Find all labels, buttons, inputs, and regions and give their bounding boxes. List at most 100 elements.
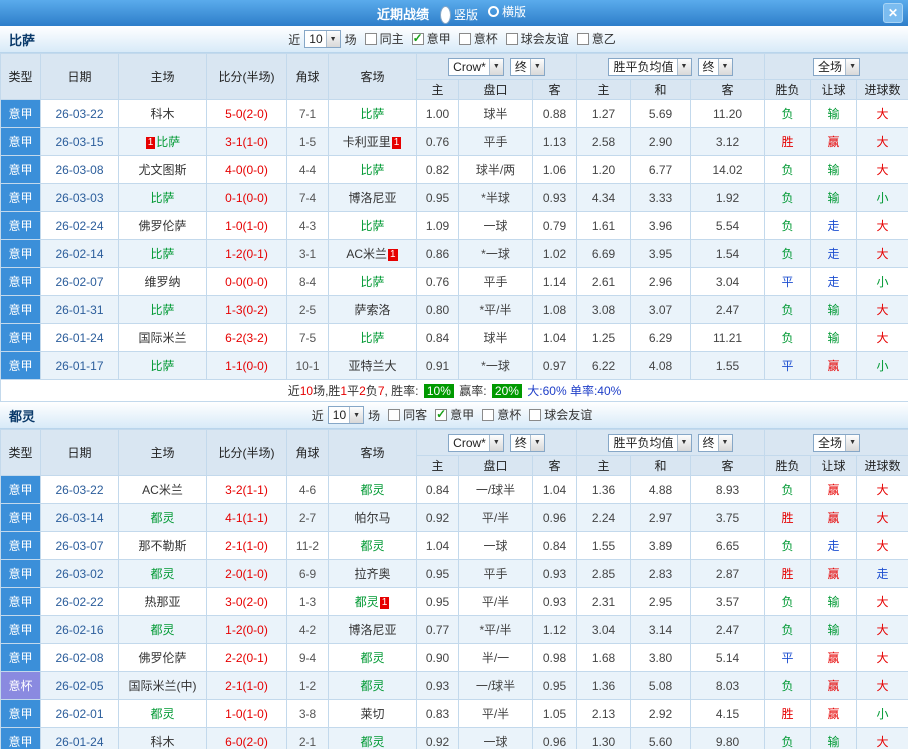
radio-selected-icon[interactable] bbox=[439, 5, 451, 24]
avg-odds-home: 1.36 bbox=[576, 475, 631, 504]
match-date[interactable]: 26-02-01 bbox=[40, 699, 119, 728]
match-date[interactable]: 26-02-07 bbox=[40, 267, 119, 296]
team-name-text: 博洛尼亚 bbox=[348, 191, 397, 205]
away-team: 都灵 bbox=[328, 643, 417, 672]
fulltime-select[interactable]: 全场 ▼ bbox=[813, 57, 861, 76]
match-date[interactable]: 26-01-24 bbox=[40, 323, 119, 352]
col-header-corner: 角球 bbox=[286, 429, 329, 476]
match-date[interactable]: 26-03-02 bbox=[40, 559, 119, 588]
asian-odds-home: 0.82 bbox=[416, 155, 459, 184]
match-date[interactable]: 26-01-17 bbox=[40, 351, 119, 380]
filter-checkbox[interactable]: 意杯 bbox=[458, 30, 498, 47]
team-name-text: 佛罗伦萨 bbox=[138, 219, 187, 233]
radio-icon[interactable] bbox=[488, 5, 499, 17]
team-name-text: 科木 bbox=[150, 107, 175, 121]
checkbox-checked-icon[interactable] bbox=[411, 31, 424, 45]
corner-count: 4-2 bbox=[286, 615, 329, 644]
checkbox-icon[interactable] bbox=[576, 32, 589, 45]
handicap-result: 走 bbox=[810, 211, 858, 240]
filter-checkbox[interactable]: 意甲 bbox=[411, 30, 451, 47]
goals-result: 大 bbox=[856, 587, 908, 616]
checkbox-checked-icon[interactable] bbox=[435, 407, 448, 421]
layout-radio-option[interactable]: 竖版 bbox=[439, 5, 478, 24]
match-row: 意甲 26-03-08 尤文图斯 4-0(0-0) 4-4 比萨 0.82 球半/两 1.06 1… bbox=[0, 155, 908, 184]
checkbox-icon[interactable] bbox=[505, 32, 518, 45]
summary-part: 20% bbox=[491, 384, 522, 398]
subcol-odds-away: 客 bbox=[532, 79, 577, 100]
league-badge: 意甲 bbox=[0, 727, 41, 749]
match-date[interactable]: 26-03-07 bbox=[40, 531, 119, 560]
chevron-down-icon: ▼ bbox=[325, 31, 340, 47]
match-date[interactable]: 26-03-22 bbox=[40, 475, 119, 504]
team-name-text: 比萨 bbox=[360, 331, 385, 345]
match-date[interactable]: 26-03-14 bbox=[40, 503, 119, 532]
match-date[interactable]: 26-03-15 bbox=[40, 127, 119, 156]
recent-count-select[interactable]: 10 ▼ bbox=[327, 406, 365, 424]
match-date[interactable]: 26-03-08 bbox=[40, 155, 119, 184]
match-date[interactable]: 26-02-08 bbox=[40, 643, 119, 672]
filter-checkbox[interactable]: 意杯 bbox=[482, 406, 521, 423]
match-date[interactable]: 26-03-03 bbox=[40, 183, 119, 212]
away-team: 都灵 bbox=[328, 531, 417, 560]
avg-time-select[interactable]: 终 ▼ bbox=[697, 433, 733, 452]
fulltime-select[interactable]: 全场 ▼ bbox=[813, 433, 861, 452]
odds-time-select[interactable]: 终 ▼ bbox=[509, 433, 545, 452]
filter-checkbox[interactable]: 球会友谊 bbox=[529, 406, 592, 423]
avg-odds-draw: 4.88 bbox=[630, 475, 691, 504]
avg-odds-select[interactable]: 胜平负均值 ▼ bbox=[608, 433, 692, 452]
match-result: 负 bbox=[764, 531, 812, 560]
away-team: 都灵 bbox=[328, 671, 417, 700]
match-date[interactable]: 26-03-22 bbox=[40, 99, 119, 128]
col-header-home: 主场 bbox=[118, 53, 207, 100]
match-date[interactable]: 26-01-24 bbox=[40, 727, 119, 749]
asian-odds-home: 0.92 bbox=[416, 727, 459, 749]
team-name-text: 帕尔马 bbox=[354, 511, 391, 525]
layout-radio-option[interactable]: 横版 bbox=[488, 3, 526, 20]
avg-odds-select[interactable]: 胜平负均值 ▼ bbox=[608, 57, 692, 76]
summary-part: 平 bbox=[347, 384, 360, 398]
checkbox-icon[interactable] bbox=[529, 408, 542, 421]
subcol-result: 胜负 bbox=[764, 79, 812, 100]
match-date[interactable]: 26-02-24 bbox=[40, 211, 119, 240]
filter-checkbox[interactable]: 意甲 bbox=[435, 406, 474, 423]
filter-checkbox[interactable]: 同客 bbox=[388, 406, 427, 423]
league-badge: 意甲 bbox=[0, 239, 41, 268]
handicap-result: 输 bbox=[810, 615, 858, 644]
odds-time-select[interactable]: 终 ▼ bbox=[509, 57, 545, 76]
match-date[interactable]: 26-02-14 bbox=[40, 239, 119, 268]
subcol-goals: 进球数 bbox=[856, 455, 908, 476]
score: 1-2(0-1) bbox=[206, 239, 287, 268]
checkbox-icon[interactable] bbox=[364, 32, 377, 45]
filter-checkbox[interactable]: 意乙 bbox=[576, 30, 616, 47]
match-date[interactable]: 26-02-05 bbox=[40, 671, 119, 700]
recent-count-select[interactable]: 10 ▼ bbox=[304, 30, 341, 48]
avg-odds-away: 6.65 bbox=[689, 531, 766, 560]
filter-checkbox[interactable]: 球会友谊 bbox=[505, 30, 569, 47]
avg-odds-away: 8.93 bbox=[689, 475, 766, 504]
asian-handicap-line: 球半 bbox=[458, 323, 533, 352]
asian-odds-away: 0.93 bbox=[532, 587, 577, 616]
col-header-home: 主场 bbox=[118, 429, 207, 476]
red-card-badge: 1 bbox=[379, 597, 390, 609]
corner-count: 1-3 bbox=[286, 587, 329, 616]
score: 1-3(0-2) bbox=[206, 295, 287, 324]
match-date[interactable]: 26-01-31 bbox=[40, 295, 119, 324]
team-name-text: 都灵 bbox=[360, 679, 385, 693]
table-header-row: 类型 日期 主场 比分(半场) 角球 客场 Crow* ▼ 终 ▼ 胜平负均值 ▼ 终… bbox=[0, 429, 908, 476]
checkbox-icon[interactable] bbox=[388, 408, 401, 421]
odds-company-select[interactable]: Crow* ▼ bbox=[448, 433, 504, 452]
match-date[interactable]: 26-02-22 bbox=[40, 587, 119, 616]
checkbox-icon[interactable] bbox=[482, 408, 495, 421]
asian-handicap-line: 一/球半 bbox=[458, 671, 533, 700]
checkbox-icon[interactable] bbox=[458, 32, 471, 45]
odds-company-select[interactable]: Crow* ▼ bbox=[448, 57, 504, 76]
asian-odds-home: 1.00 bbox=[416, 99, 459, 128]
avg-time-select[interactable]: 终 ▼ bbox=[697, 57, 733, 76]
avg-odds-away: 5.54 bbox=[689, 211, 766, 240]
match-date[interactable]: 26-02-16 bbox=[40, 615, 119, 644]
match-result: 平 bbox=[764, 267, 812, 296]
avg-odds-value: 胜平负均值 bbox=[613, 436, 674, 450]
filter-checkbox[interactable]: 同主 bbox=[364, 30, 404, 47]
avg-odds-home: 6.69 bbox=[576, 239, 631, 268]
close-button[interactable]: ✕ bbox=[883, 3, 903, 23]
